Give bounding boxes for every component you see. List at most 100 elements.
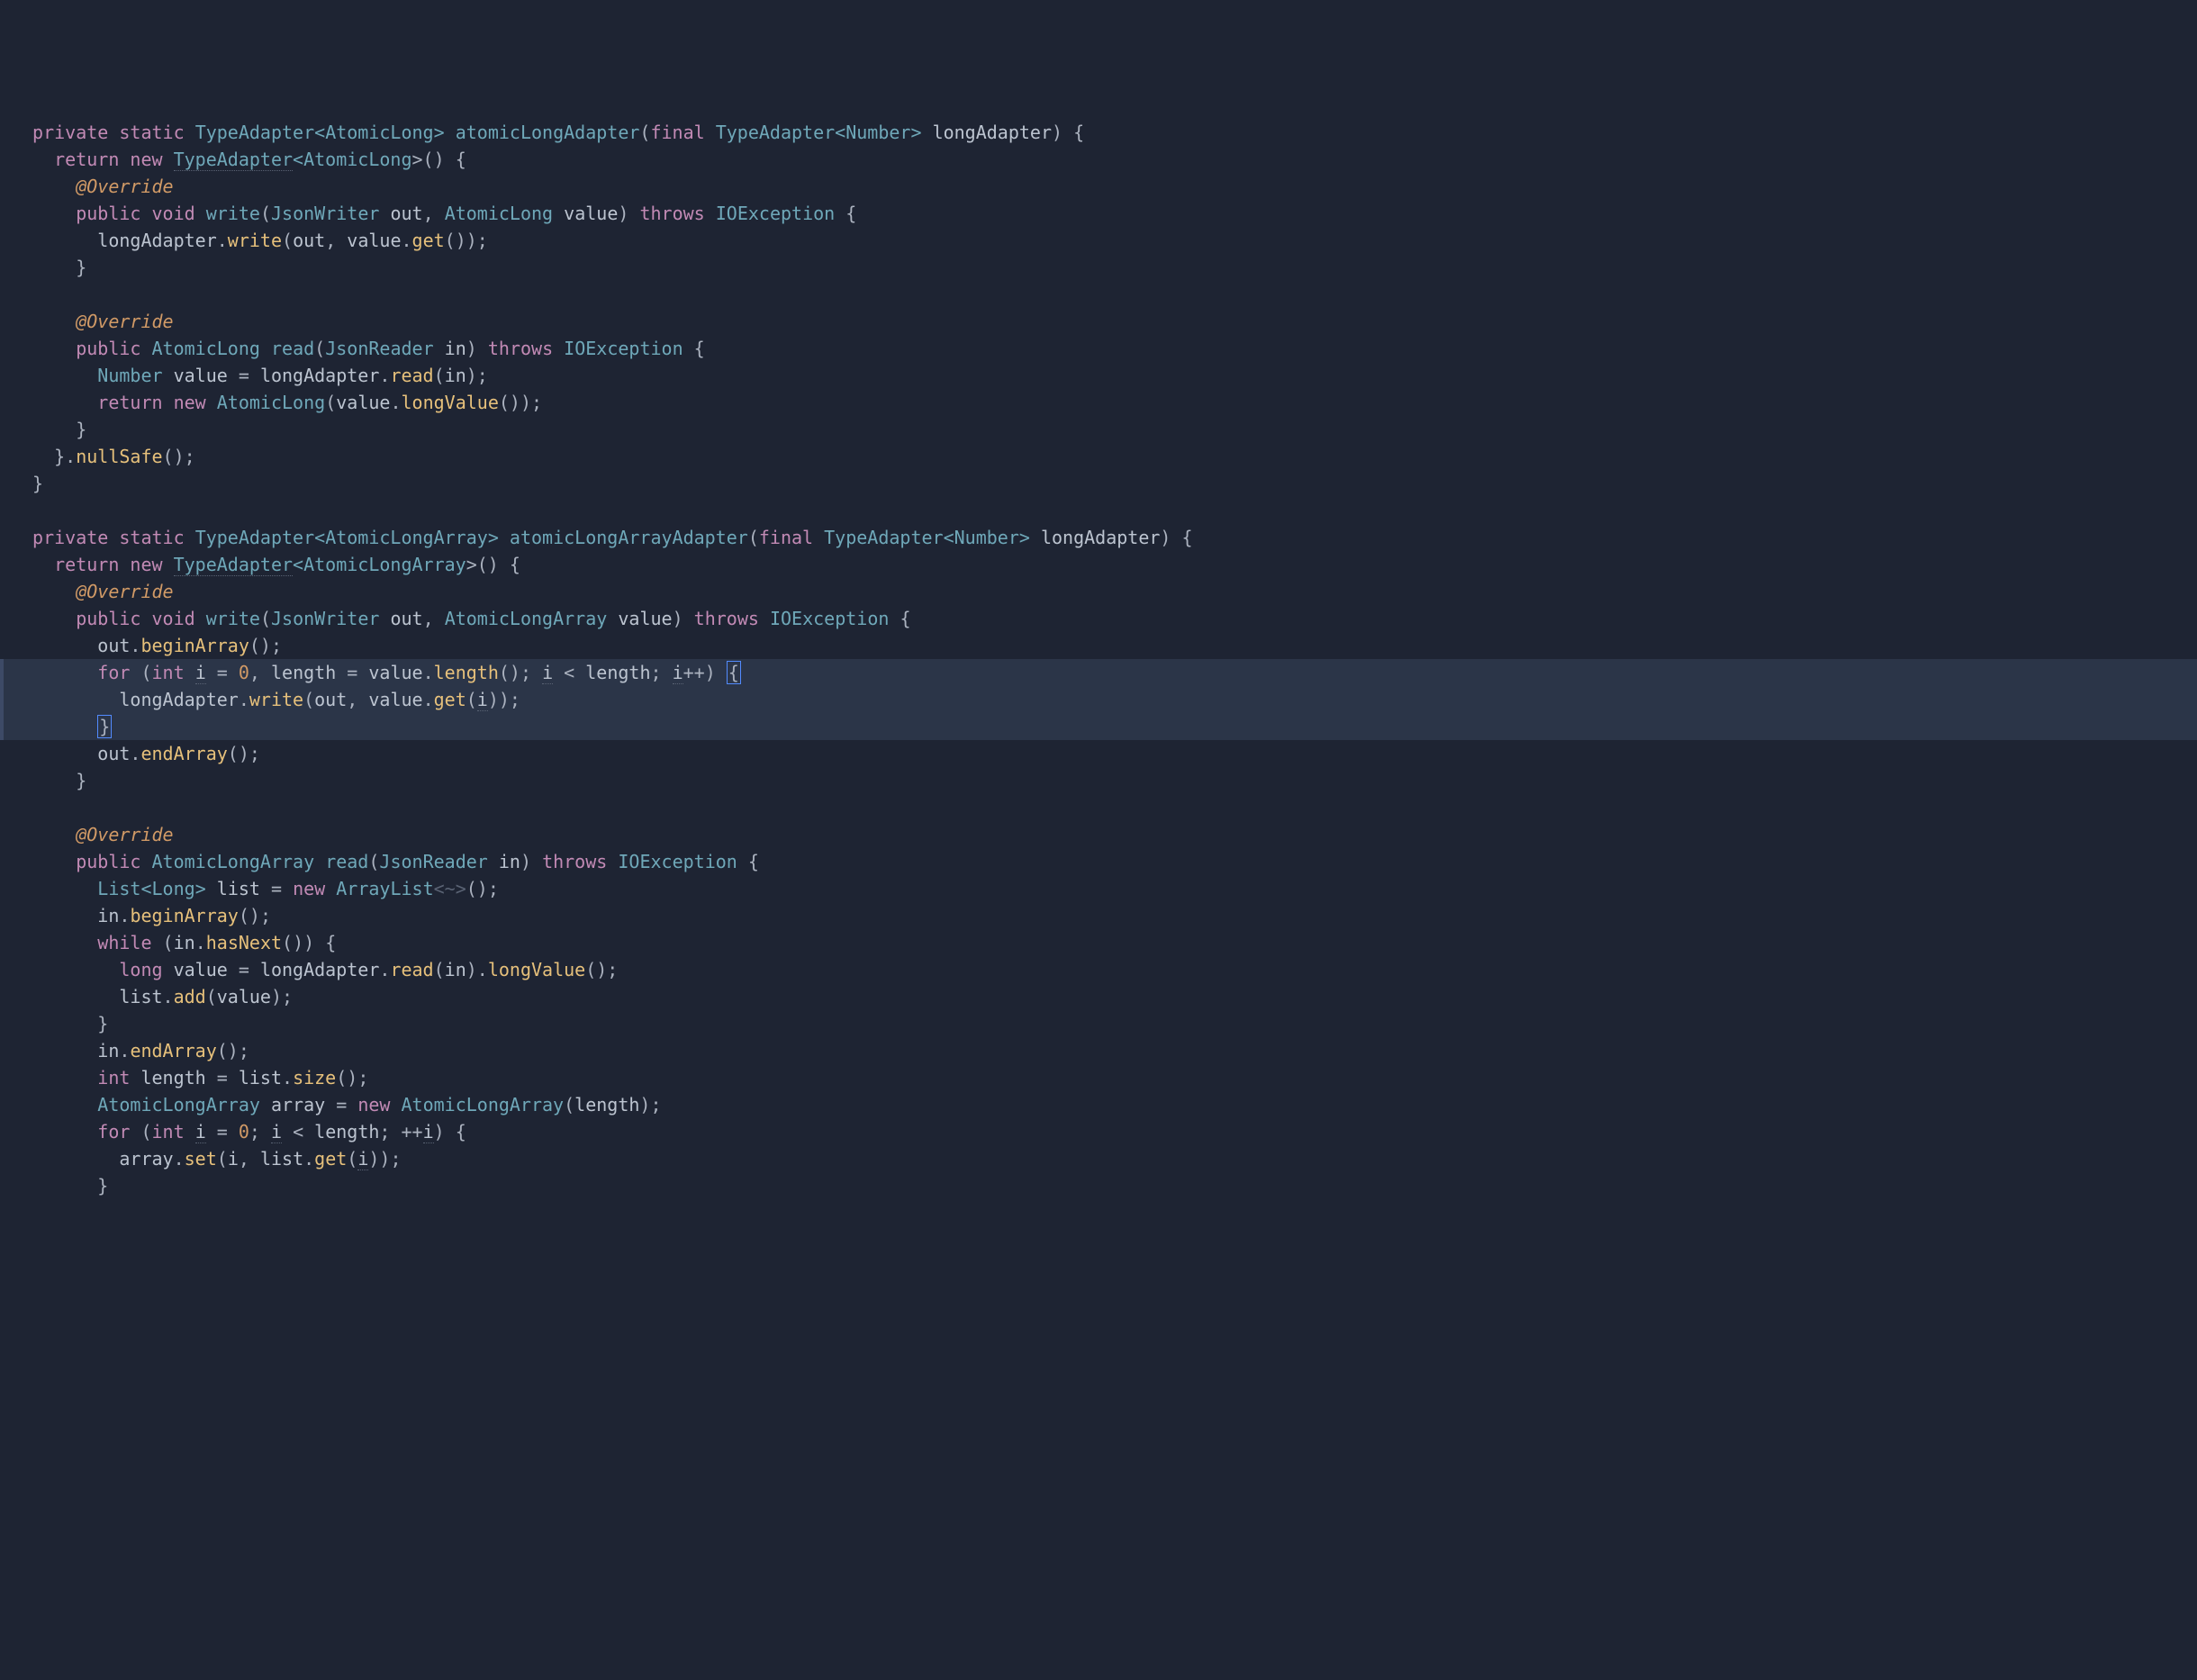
token-sp xyxy=(22,1175,97,1197)
token-kw: return xyxy=(97,392,162,413)
token-sp xyxy=(553,203,564,224)
token-sp xyxy=(22,230,97,251)
token-funcCall: endArray xyxy=(130,1040,216,1061)
code-line[interactable]: AtomicLongArray array = new AtomicLongAr… xyxy=(0,1091,2197,1118)
token-ident: out xyxy=(293,230,325,251)
token-paren: (); xyxy=(228,743,260,764)
token-type: AtomicLong xyxy=(445,203,553,224)
code-line[interactable]: @Override xyxy=(0,578,2197,605)
token-ident: out xyxy=(97,635,130,656)
code-line[interactable]: public void write(JsonWriter out, Atomic… xyxy=(0,200,2197,227)
token-paren: >() xyxy=(412,149,445,170)
token-punct: . xyxy=(402,230,412,251)
token-funcCall: hasNext xyxy=(206,932,282,953)
token-sp xyxy=(434,338,445,359)
token-sp xyxy=(705,203,716,224)
code-line[interactable]: public AtomicLong read(JsonReader in) th… xyxy=(0,335,2197,362)
code-line[interactable] xyxy=(0,497,2197,524)
token-sp xyxy=(185,527,195,548)
token-ident: longAdapter xyxy=(97,230,216,251)
code-line[interactable]: long value = longAdapter.read(in).longVa… xyxy=(0,956,2197,983)
token-brace: { xyxy=(456,1121,466,1143)
code-line[interactable]: } xyxy=(0,767,2197,794)
token-punct: , xyxy=(423,203,445,224)
code-editor[interactable]: private static TypeAdapter<AtomicLong> a… xyxy=(0,119,2197,1199)
code-line[interactable]: @Override xyxy=(0,173,2197,200)
code-line[interactable]: } xyxy=(0,470,2197,497)
code-line[interactable]: longAdapter.write(out, value.get(i)); xyxy=(0,686,2197,713)
token-punct: , xyxy=(423,608,445,629)
token-sp xyxy=(22,1067,97,1088)
token-op: > xyxy=(488,527,499,548)
token-sp xyxy=(628,203,639,224)
token-funcCall: get xyxy=(412,230,445,251)
token-funcCall: read xyxy=(390,959,433,980)
token-identU: i xyxy=(423,1121,434,1143)
token-sp xyxy=(206,392,217,413)
token-kw: throws xyxy=(639,203,704,224)
code-line[interactable]: private static TypeAdapter<AtomicLong> a… xyxy=(0,119,2197,146)
code-line[interactable]: Number value = longAdapter.read(in); xyxy=(0,362,2197,389)
token-funcCall: get xyxy=(314,1148,347,1170)
code-line[interactable]: List<Long> list = new ArrayList<~>(); xyxy=(0,875,2197,902)
code-line[interactable]: }.nullSafe(); xyxy=(0,443,2197,470)
token-op: < xyxy=(944,527,954,548)
token-kw: final xyxy=(759,527,813,548)
code-line[interactable]: } xyxy=(0,1172,2197,1199)
token-sp xyxy=(22,392,97,413)
code-line[interactable]: private static TypeAdapter<AtomicLongArr… xyxy=(0,524,2197,551)
token-type: IOException xyxy=(716,203,835,224)
code-line[interactable]: out.beginArray(); xyxy=(0,632,2197,659)
code-line[interactable] xyxy=(0,794,2197,821)
code-line[interactable]: out.endArray(); xyxy=(0,740,2197,767)
code-line[interactable]: return new AtomicLong(value.longValue())… xyxy=(0,389,2197,416)
code-line[interactable]: array.set(i, list.get(i)); xyxy=(0,1145,2197,1172)
code-line[interactable]: in.endArray(); xyxy=(0,1037,2197,1064)
code-line[interactable]: } xyxy=(0,254,2197,281)
code-line[interactable]: while (in.hasNext()) { xyxy=(0,929,2197,956)
token-punct: , xyxy=(249,662,271,683)
code-line[interactable]: list.add(value); xyxy=(0,983,2197,1010)
code-line[interactable]: } xyxy=(0,713,2197,740)
token-paren: ( xyxy=(466,689,477,710)
token-sp xyxy=(195,608,206,629)
code-line[interactable]: in.beginArray(); xyxy=(0,902,2197,929)
token-ident: in xyxy=(445,959,466,980)
token-sp xyxy=(108,122,119,143)
code-line[interactable]: longAdapter.write(out, value.get()); xyxy=(0,227,2197,254)
token-sp xyxy=(195,203,206,224)
token-sp xyxy=(22,311,76,332)
token-paren: (); xyxy=(336,1067,368,1088)
code-line[interactable]: } xyxy=(0,416,2197,443)
code-line[interactable]: return new TypeAdapter<AtomicLongArray>(… xyxy=(0,551,2197,578)
code-line[interactable]: int length = list.size(); xyxy=(0,1064,2197,1091)
token-sp xyxy=(185,122,195,143)
token-punct: = xyxy=(336,662,368,683)
token-type: Number xyxy=(954,527,1019,548)
token-kw: while xyxy=(97,932,151,953)
token-paren: (); xyxy=(163,446,195,467)
code-line[interactable]: @Override xyxy=(0,821,2197,848)
token-punct: . xyxy=(379,959,390,980)
token-paren: ) xyxy=(618,203,628,224)
code-line[interactable]: for (int i = 0, length = value.length();… xyxy=(0,659,2197,686)
token-type: List xyxy=(97,878,140,899)
code-line[interactable]: @Override xyxy=(0,308,2197,335)
code-line[interactable]: public AtomicLongArray read(JsonReader i… xyxy=(0,848,2197,875)
token-sp xyxy=(22,1040,97,1061)
token-paren: ); xyxy=(271,986,293,1007)
token-op: < xyxy=(314,122,325,143)
code-line[interactable]: return new TypeAdapter<AtomicLong>() { xyxy=(0,146,2197,173)
token-ident: i xyxy=(228,1148,239,1170)
token-type: ArrayList xyxy=(336,878,433,899)
code-line[interactable]: public void write(JsonWriter out, Atomic… xyxy=(0,605,2197,632)
code-line[interactable]: } xyxy=(0,1010,2197,1037)
token-sp xyxy=(163,959,174,980)
token-op: > xyxy=(195,878,206,899)
token-kw: public xyxy=(76,203,140,224)
code-line[interactable]: for (int i = 0; i < length; ++i) { xyxy=(0,1118,2197,1145)
token-type: TypeAdapter xyxy=(716,122,835,143)
token-paren: ( xyxy=(347,1148,357,1170)
token-punct: , xyxy=(347,689,368,710)
code-line[interactable] xyxy=(0,281,2197,308)
